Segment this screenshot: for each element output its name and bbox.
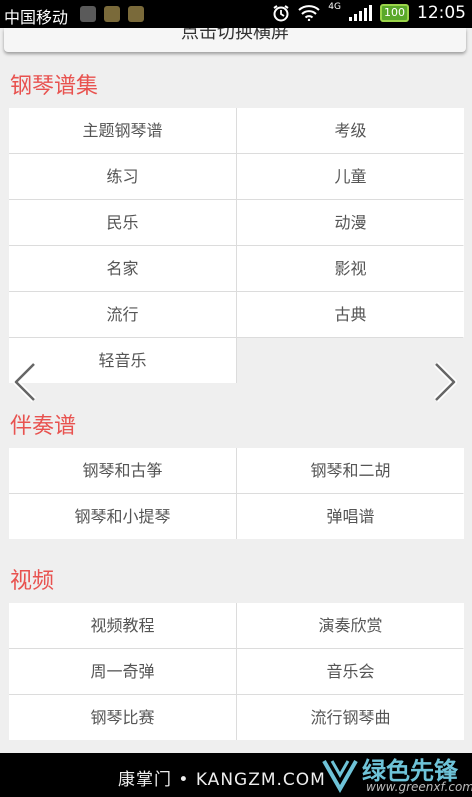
chevron-right-icon [433,361,457,403]
section-title-piano-scores: 钢琴谱集 [10,74,99,99]
status-notification-icon [104,6,120,22]
section-title-video: 视频 [10,569,55,594]
category-item[interactable]: 轻音乐 [9,338,236,383]
status-notification-icon [80,6,96,22]
clock: 12:05 [417,3,466,23]
category-item[interactable]: 音乐会 [237,649,464,694]
category-item[interactable]: 钢琴比赛 [9,695,236,740]
chevron-left-icon [13,361,37,403]
toggle-landscape-button[interactable]: 点击切换横屏 [4,28,466,52]
category-item[interactable]: 主题钢琴谱 [9,108,236,153]
alarm-icon [273,5,289,22]
category-item[interactable]: 钢琴和古筝 [9,448,236,493]
category-item[interactable]: 练习 [9,154,236,199]
category-item[interactable]: 考级 [237,108,464,153]
category-item[interactable]: 动漫 [237,200,464,245]
brand-mark-icon [322,760,358,793]
category-item[interactable]: 古典 [237,292,464,337]
wifi-icon [298,5,320,21]
category-item[interactable]: 视频教程 [9,603,236,648]
category-item[interactable]: 周一奇弹 [9,649,236,694]
bottom-bar: 康掌门 • KANGZM.COM 绿色先锋 www.greenxf.com [0,753,472,797]
category-item[interactable]: 儿童 [237,154,464,199]
video-grid: 视频教程 演奏欣赏 周一奇弹 音乐会 钢琴比赛 流行钢琴曲 [9,603,464,740]
category-item[interactable]: 钢琴和小提琴 [9,494,236,539]
category-item[interactable]: 民乐 [9,200,236,245]
section-title-accompaniment: 伴奏谱 [10,414,77,439]
accompaniment-grid: 钢琴和古筝 钢琴和二胡 钢琴和小提琴 弹唱谱 [9,448,464,539]
battery-icon: 100 [380,4,409,22]
watermark-text: 康掌门 • KANGZM.COM [118,770,326,790]
category-item[interactable]: 流行 [9,292,236,337]
category-item[interactable]: 流行钢琴曲 [237,695,464,740]
category-item[interactable]: 影视 [237,246,464,291]
battery-level: 100 [384,6,405,19]
previous-arrow-button[interactable] [12,361,38,403]
category-item[interactable]: 钢琴和二胡 [237,448,464,493]
category-item[interactable]: 名家 [9,246,236,291]
carrier-label: 中国移动 [4,8,69,27]
piano-scores-grid: 主题钢琴谱 考级 练习 儿童 民乐 动漫 名家 影视 流行 古典 轻音乐 [9,108,464,383]
toggle-landscape-label: 点击切换横屏 [181,28,289,43]
next-arrow-button[interactable] [432,361,458,403]
signal-icon [349,5,372,21]
network-type-label: 4G [328,2,341,12]
brand-url: www.greenxf.com [366,780,472,794]
category-item[interactable]: 演奏欣赏 [237,603,464,648]
brand-logo: 绿色先锋 www.greenxf.com [322,753,472,797]
empty-cell [237,338,464,383]
category-item[interactable]: 弹唱谱 [237,494,464,539]
status-bar: 中国移动 4G 100 12:05 [0,0,472,28]
status-notification-icon [128,6,144,22]
